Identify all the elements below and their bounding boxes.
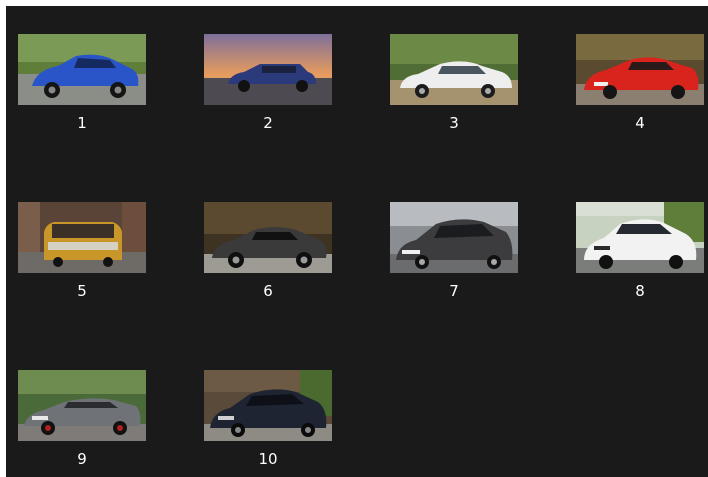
gallery-item-10[interactable]: 10 [204, 370, 334, 468]
car-thumbnail[interactable] [390, 202, 518, 273]
item-number-label: 8 [635, 282, 645, 300]
item-number-label: 6 [263, 282, 273, 300]
car-photo-red-coupe [576, 34, 704, 105]
car-photo-silver-convertible [18, 370, 146, 441]
gallery-item-2[interactable]: 2 [204, 34, 334, 132]
item-number-label: 10 [258, 450, 278, 468]
item-number-label: 7 [449, 282, 459, 300]
gallery-item-6[interactable]: 6 [204, 202, 334, 300]
gallery-item-1[interactable]: 1 [18, 34, 148, 132]
car-photo-dark-grey-coupe [204, 202, 332, 273]
car-photo-blue-sedan [18, 34, 146, 105]
car-photo-white-sedan [390, 34, 518, 105]
gallery-item-5[interactable]: 5 [18, 202, 148, 300]
car-thumbnail[interactable] [390, 34, 518, 105]
item-number-label: 4 [635, 114, 645, 132]
car-photo-dark-blue-coupe [204, 370, 332, 441]
car-photo-blue-wagon-sunset [204, 34, 332, 105]
item-number-label: 5 [77, 282, 87, 300]
gallery-item-9[interactable]: 9 [18, 370, 148, 468]
item-number-label: 3 [449, 114, 459, 132]
car-thumbnail[interactable] [576, 34, 704, 105]
car-thumbnail[interactable] [18, 370, 146, 441]
car-thumbnail[interactable] [204, 202, 332, 273]
gallery-item-3[interactable]: 3 [390, 34, 520, 132]
car-photo-white-coupe [576, 202, 704, 273]
gallery-item-4[interactable]: 4 [576, 34, 706, 132]
gallery-item-7[interactable]: 7 [390, 202, 520, 300]
car-thumbnail[interactable] [18, 202, 146, 273]
car-thumbnail[interactable] [576, 202, 704, 273]
item-number-label: 1 [77, 114, 87, 132]
car-photo-dark-hatchback [390, 202, 518, 273]
gallery-item-8[interactable]: 8 [576, 202, 706, 300]
car-photo-yellow-vintage-car [18, 202, 146, 273]
car-thumbnail[interactable] [204, 370, 332, 441]
item-number-label: 2 [263, 114, 273, 132]
car-thumbnail[interactable] [18, 34, 146, 105]
item-number-label: 9 [77, 450, 87, 468]
car-thumbnail[interactable] [204, 34, 332, 105]
image-gallery-panel: 1 2 3 4 5 6 7 8 9 10 [6, 6, 708, 477]
